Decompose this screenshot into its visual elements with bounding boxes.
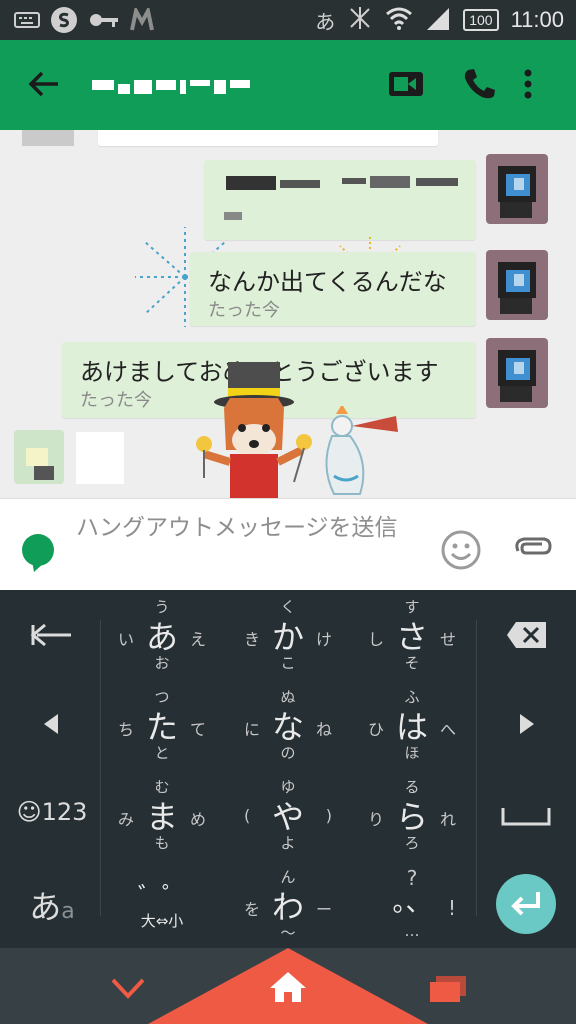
input-mode-key[interactable]: あa — [22, 882, 82, 926]
key-wa[interactable]: ん を わ ー 〜 — [238, 860, 338, 948]
no-sim-icon — [347, 5, 373, 35]
key-ma[interactable]: む み ま め も — [112, 770, 212, 858]
compose-bar: ハングアウトメッセージを送信 — [0, 498, 576, 590]
flick-down: … — [404, 922, 420, 940]
flick-down: ろ — [404, 834, 420, 852]
back-arrow-icon[interactable] — [26, 66, 62, 102]
flick-right: ! — [447, 896, 456, 920]
incoming-bubble-partial — [98, 130, 438, 146]
flick-down: よ — [280, 834, 296, 852]
key-icon — [88, 10, 120, 34]
key-punctuation[interactable]: ? 。、 ! … — [362, 860, 462, 948]
mode-hiragana: あ — [29, 888, 62, 926]
flick-right: て — [189, 720, 206, 739]
incoming-avatar-partial — [22, 130, 74, 146]
input-mode-indicator: あ — [315, 9, 336, 34]
cursor-left-key[interactable] — [38, 712, 64, 736]
fox-mascot-icon — [196, 362, 312, 498]
bird-trumpet-icon — [325, 406, 398, 495]
recents-icon[interactable] — [428, 974, 468, 1008]
cursor-right-key[interactable] — [514, 712, 540, 736]
app-bar — [0, 40, 576, 130]
flick-right: へ — [439, 720, 456, 739]
own-avatar — [486, 338, 548, 408]
overflow-menu-icon[interactable] — [518, 64, 538, 104]
message-text: なんか出てくるんだな — [208, 268, 447, 296]
outgoing-bubble-redacted — [204, 160, 476, 240]
signal-icon — [425, 6, 451, 34]
flick-down: ほ — [404, 744, 420, 762]
own-avatar — [486, 154, 548, 224]
emoji-number-key[interactable]: ☺123 — [14, 798, 90, 834]
flick-right: ) — [325, 806, 332, 825]
video-call-icon[interactable] — [386, 64, 426, 104]
status-bar: あ 100 11:00 — [0, 0, 576, 40]
message-input[interactable]: ハングアウトメッセージを送信 — [76, 513, 426, 543]
wifi-icon — [385, 6, 413, 34]
space-key[interactable] — [500, 802, 552, 828]
keyboard: ☺123 あa う い あ え お く き か け こ す し さ せ そ つ … — [0, 590, 576, 948]
flick-down: こ — [280, 654, 296, 672]
incoming-bubble-partial — [76, 432, 124, 484]
key-ha[interactable]: ふ ひ は へ ほ — [362, 680, 462, 768]
key-dakuten[interactable]: ゛゜ 大⇔小 — [112, 860, 212, 948]
flick-right: め — [189, 810, 206, 829]
flick-down: 大⇔小 — [140, 912, 184, 930]
navigation-bar — [0, 948, 576, 1024]
outgoing-message-1: なんか出てくるんだな たった今 — [190, 252, 476, 326]
attach-icon[interactable] — [512, 531, 552, 569]
own-avatar — [486, 250, 548, 320]
flick-right: ー — [315, 900, 332, 919]
flick-down: の — [280, 744, 296, 762]
clock: 11:00 — [510, 7, 564, 32]
flick-right: れ — [439, 810, 456, 829]
flick-down: と — [154, 744, 170, 762]
emoji-icon[interactable] — [440, 529, 482, 575]
key-ra[interactable]: る り ら れ ろ — [362, 770, 462, 858]
flick-down: そ — [404, 654, 420, 672]
keyboard-icon — [14, 12, 40, 32]
battery-indicator: 100 — [463, 9, 499, 31]
flick-right: ね — [315, 720, 332, 739]
message-timestamp: たった今 — [80, 390, 152, 411]
mode-alpha: a — [61, 899, 75, 924]
swiftkey-icon — [50, 6, 78, 38]
chat-area[interactable]: なんか出てくるんだな たった今 あけましておめでとうございます たった今 — [0, 130, 576, 498]
phone-icon[interactable] — [460, 64, 500, 104]
key-ka[interactable]: く き か け こ — [238, 590, 338, 678]
delete-key[interactable] — [506, 620, 548, 650]
key-label: ゛゜ — [138, 882, 186, 910]
contact-avatar — [14, 430, 64, 484]
flick-right: え — [189, 630, 206, 649]
key-ta[interactable]: つ ち た て と — [112, 680, 212, 768]
m-app-icon — [130, 5, 154, 36]
key-a[interactable]: う い あ え お — [112, 590, 212, 678]
key-na[interactable]: ぬ に な ね の — [238, 680, 338, 768]
key-ya[interactable]: ゆ ( や ) よ — [238, 770, 338, 858]
chevron-down-icon[interactable] — [110, 976, 146, 1004]
key-sa[interactable]: す し さ せ そ — [362, 590, 462, 678]
message-timestamp: たった今 — [208, 300, 280, 321]
flick-right: せ — [439, 630, 456, 649]
enter-key[interactable] — [496, 874, 556, 934]
flick-down: も — [154, 834, 170, 852]
flick-down: 〜 — [280, 924, 296, 942]
hangouts-icon — [20, 533, 56, 577]
flick-right: け — [315, 630, 332, 649]
flick-down: お — [154, 654, 170, 672]
back-key[interactable] — [20, 618, 80, 652]
home-icon[interactable] — [268, 970, 308, 1008]
conversation-title — [92, 80, 250, 94]
